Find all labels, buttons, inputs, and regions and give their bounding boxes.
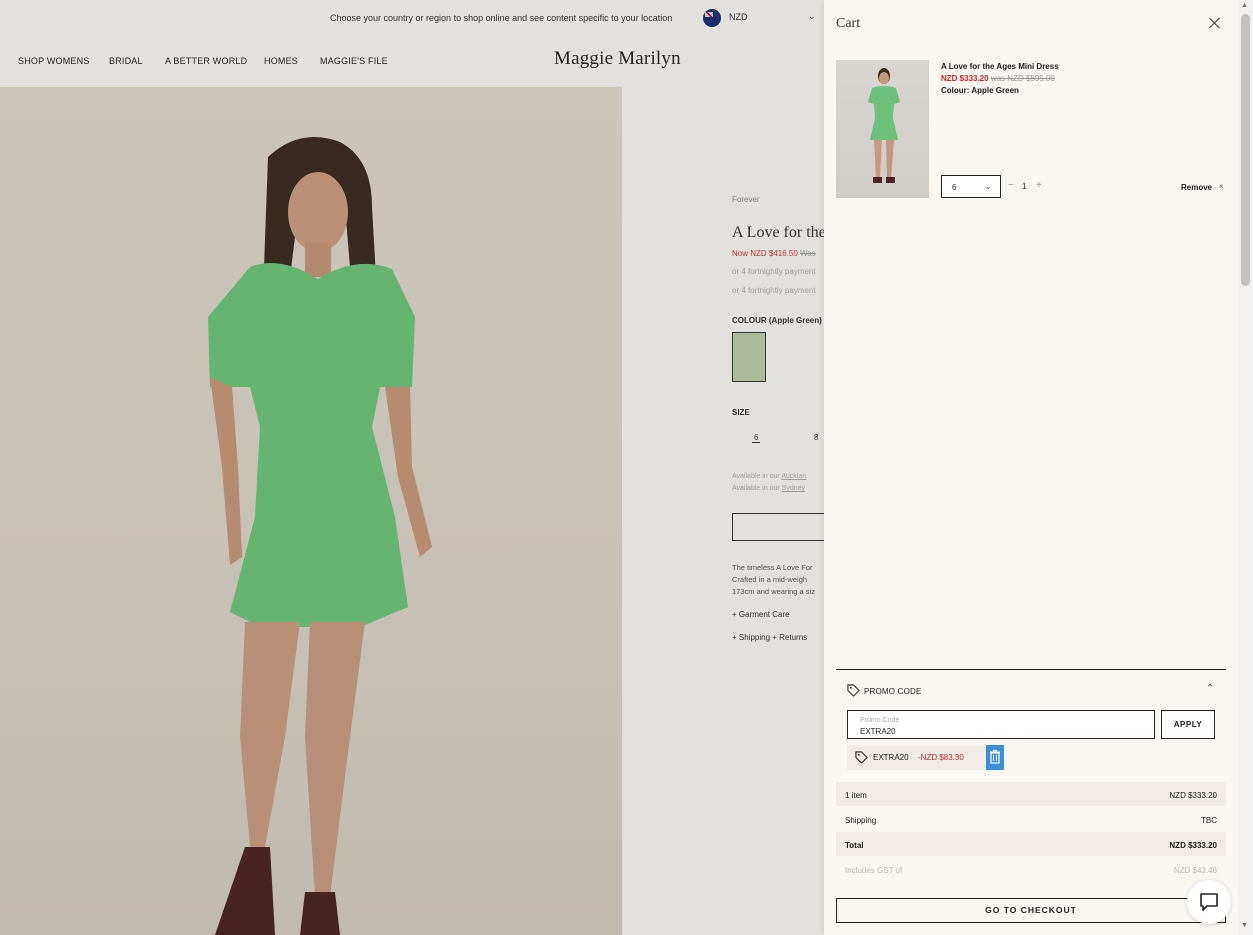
summary-label: Shipping	[845, 816, 877, 825]
apply-promo-button[interactable]: APPLY	[1161, 710, 1215, 739]
qty-plus-button[interactable]: +	[1036, 180, 1042, 191]
summary-shipping-row: Shipping TBC	[836, 807, 1226, 831]
applied-promo-code: EXTRA20	[873, 753, 909, 762]
promo-code-placeholder: Promo Code	[860, 717, 900, 724]
chat-icon[interactable]	[1187, 880, 1231, 924]
cart-drawer: Cart A Love for the Ages Mini Dress NZD …	[824, 0, 1238, 935]
summary-label: Includes GST of	[845, 866, 903, 875]
scroll-down-arrow-icon[interactable]: ▼	[1241, 922, 1248, 929]
applied-promo-badge: EXTRA20 -NZD $83.30	[847, 745, 1004, 770]
summary-gst-row: Includes GST of NZD $43.46	[836, 857, 1226, 881]
cart-item-price-now: NZD $333.20	[941, 74, 989, 83]
trash-icon[interactable]	[986, 745, 1004, 770]
promo-code-toggle[interactable]: PROMO CODE ⌃	[836, 680, 1226, 704]
close-icon[interactable]	[1207, 15, 1223, 31]
drawer-backdrop[interactable]	[0, 0, 824, 935]
tag-icon	[847, 684, 860, 697]
summary-value: NZD $333.20	[1169, 841, 1217, 850]
divider	[836, 669, 1226, 670]
summary-total-row: Total NZD $333.20	[836, 832, 1226, 856]
cart-title: Cart	[836, 16, 861, 31]
promo-code-label: PROMO CODE	[864, 687, 922, 696]
cart-item-image[interactable]	[836, 60, 929, 198]
size-select-value: 6	[952, 183, 957, 192]
tag-icon	[855, 751, 868, 764]
qty-value: 1	[1022, 182, 1027, 191]
summary-value: TBC	[1201, 816, 1217, 825]
scrollbar-thumb[interactable]	[1241, 14, 1250, 286]
summary-value: NZD $43.46	[1173, 866, 1217, 875]
summary-value: NZD $333.20	[1169, 791, 1217, 800]
promo-code-value: EXTRA20	[860, 727, 896, 736]
cart-item-name[interactable]: A Love for the Ages Mini Dress	[941, 62, 1059, 71]
qty-minus-button[interactable]: −	[1008, 180, 1014, 191]
summary-label: Total	[845, 841, 864, 850]
cart-item-colour: Colour: Apple Green	[941, 86, 1019, 95]
chevron-down-icon: ⌄	[984, 181, 992, 191]
cart-item-price-was: was NZD $595.00	[990, 74, 1055, 83]
cart-item-size-select[interactable]: 6 ⌄	[941, 175, 1001, 198]
scroll-up-arrow-icon[interactable]: ▲	[1241, 2, 1248, 9]
summary-items-row: 1 item NZD $333.20	[836, 782, 1226, 806]
go-to-checkout-button[interactable]: GO TO CHECKOUT	[836, 898, 1226, 923]
cart-item-price: NZD $333.20 was NZD $595.00	[941, 74, 1055, 83]
remove-x-icon[interactable]: ×	[1219, 182, 1224, 191]
chevron-up-icon: ⌃	[1206, 683, 1215, 694]
promo-code-input[interactable]: Promo Code EXTRA20	[847, 710, 1155, 739]
scrollbar[interactable]: ▲ ▼	[1238, 0, 1253, 935]
remove-item-button[interactable]: Remove	[1181, 183, 1212, 192]
summary-label: 1 item	[845, 791, 867, 800]
applied-promo-discount: -NZD $83.30	[918, 753, 964, 762]
